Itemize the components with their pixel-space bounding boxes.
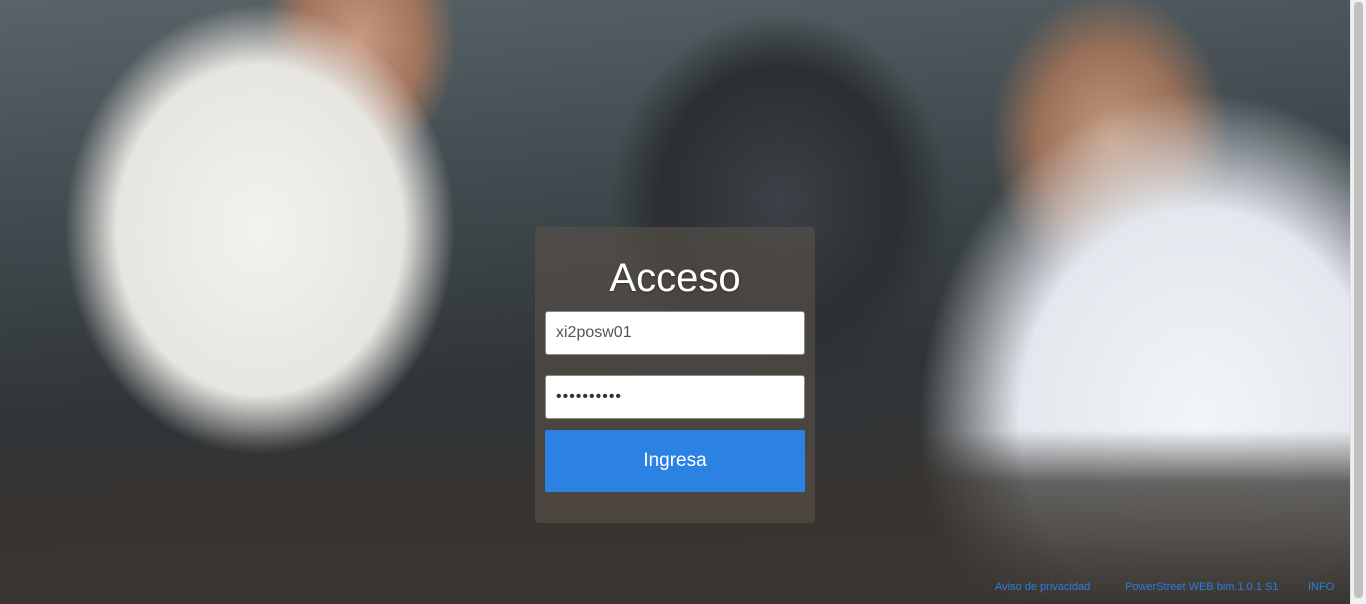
- scrollbar-thumb[interactable]: [1354, 2, 1363, 598]
- info-link[interactable]: INFO: [1308, 580, 1334, 594]
- password-field[interactable]: [545, 375, 805, 419]
- login-title: Acceso: [609, 256, 741, 300]
- vertical-scrollbar[interactable]: [1350, 0, 1366, 604]
- login-page: Acceso Ingresa Aviso de privacidad Power…: [0, 0, 1366, 604]
- login-button[interactable]: Ingresa: [545, 430, 805, 492]
- privacy-notice-link[interactable]: Aviso de privacidad: [995, 580, 1090, 594]
- version-link[interactable]: PowerStreet WEB bim.1.0.1 S1: [1125, 580, 1278, 594]
- username-field[interactable]: [545, 311, 805, 355]
